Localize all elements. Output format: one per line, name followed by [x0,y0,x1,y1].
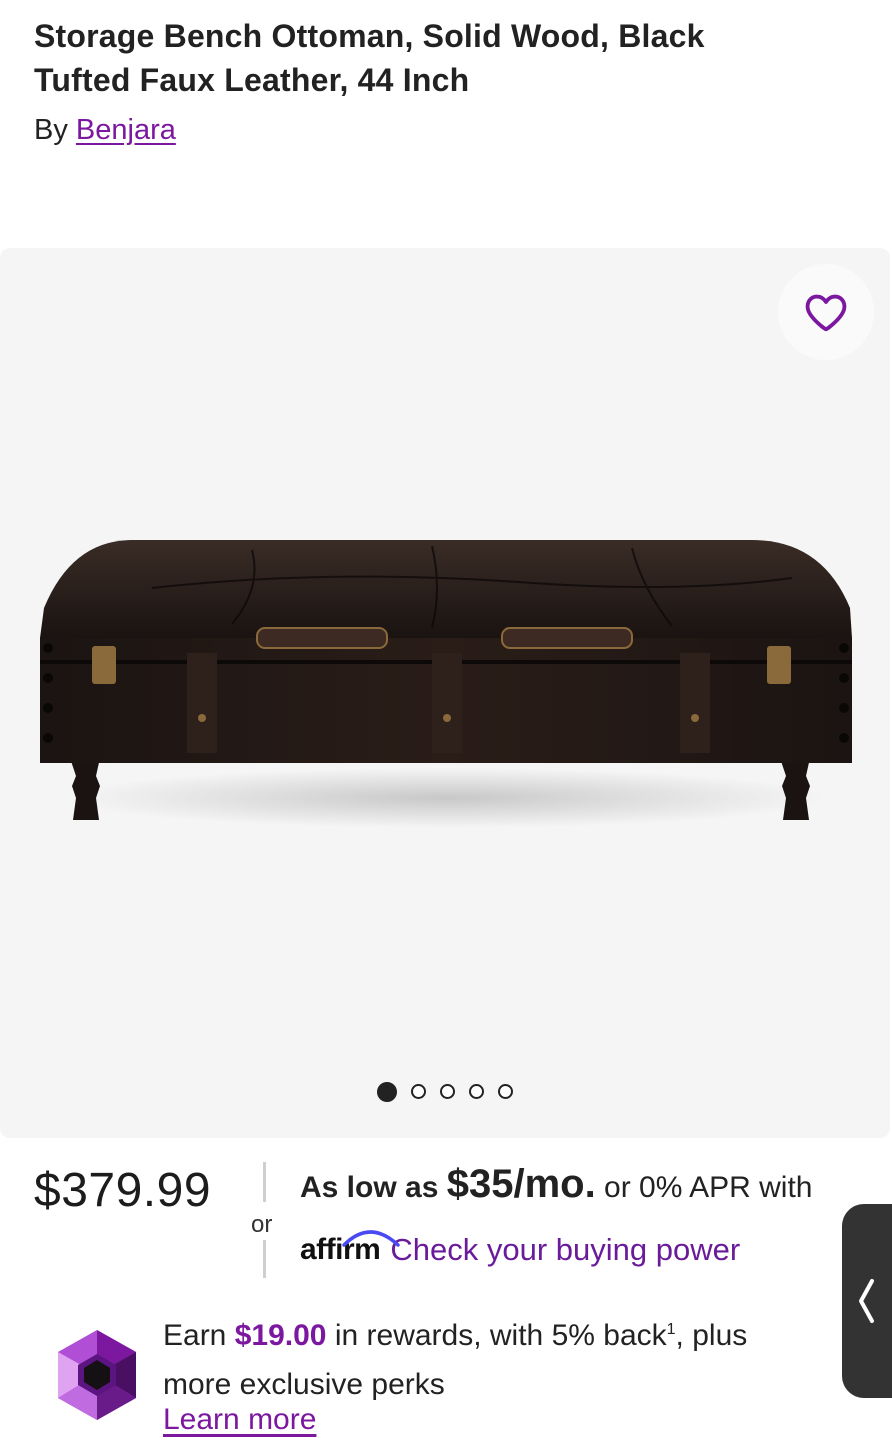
favorite-button[interactable] [778,264,874,360]
divider [263,1240,266,1278]
chevron-left-icon [859,1279,874,1323]
product-price: $379.99 [34,1164,212,1217]
product-title: Storage Bench Ottoman, Solid Wood, Black… [34,18,705,98]
learn-more-link[interactable]: Learn more [163,1403,316,1437]
affirm-arc-icon [342,1230,400,1247]
rewards-message: Earn $19.00 in rewards, with 5% back1, p… [163,1305,823,1409]
as-low-as-label: As low as [300,1171,439,1204]
gallery-dot-3[interactable] [440,1084,455,1099]
heart-outline-icon [805,294,847,332]
affirm-logo: affirm [300,1230,400,1267]
affirm-row: affirm Check your buying power [300,1230,740,1268]
product-image [40,540,852,828]
rewards-amount: $19.00 [234,1319,327,1352]
gallery-dot-1[interactable] [377,1082,397,1102]
gallery-pagination [0,1082,890,1102]
gallery-dot-5[interactable] [498,1084,513,1099]
rewards-footnote: 1 [666,1321,676,1338]
monthly-price: $35/mo. [446,1162,596,1206]
rewards-earn: Earn [163,1319,227,1352]
purple-gem-icon [58,1330,136,1420]
byline: By Benjara [34,114,176,147]
rewards-middle: in rewards, with 5% back [334,1319,667,1352]
gallery-dot-4[interactable] [469,1084,484,1099]
check-buying-power-link[interactable]: Check your buying power [390,1232,740,1268]
gallery-dot-2[interactable] [411,1084,426,1099]
or-label: or [251,1211,273,1238]
side-drawer-tab[interactable] [842,1204,892,1398]
financing-text: As low as $35/mo. or 0% APR with [300,1162,812,1207]
brand-link[interactable]: Benjara [76,114,176,146]
product-image-gallery[interactable] [0,248,890,1138]
byline-prefix: By [34,114,68,146]
divider [263,1162,266,1202]
apr-text: or 0% APR with [604,1171,813,1204]
